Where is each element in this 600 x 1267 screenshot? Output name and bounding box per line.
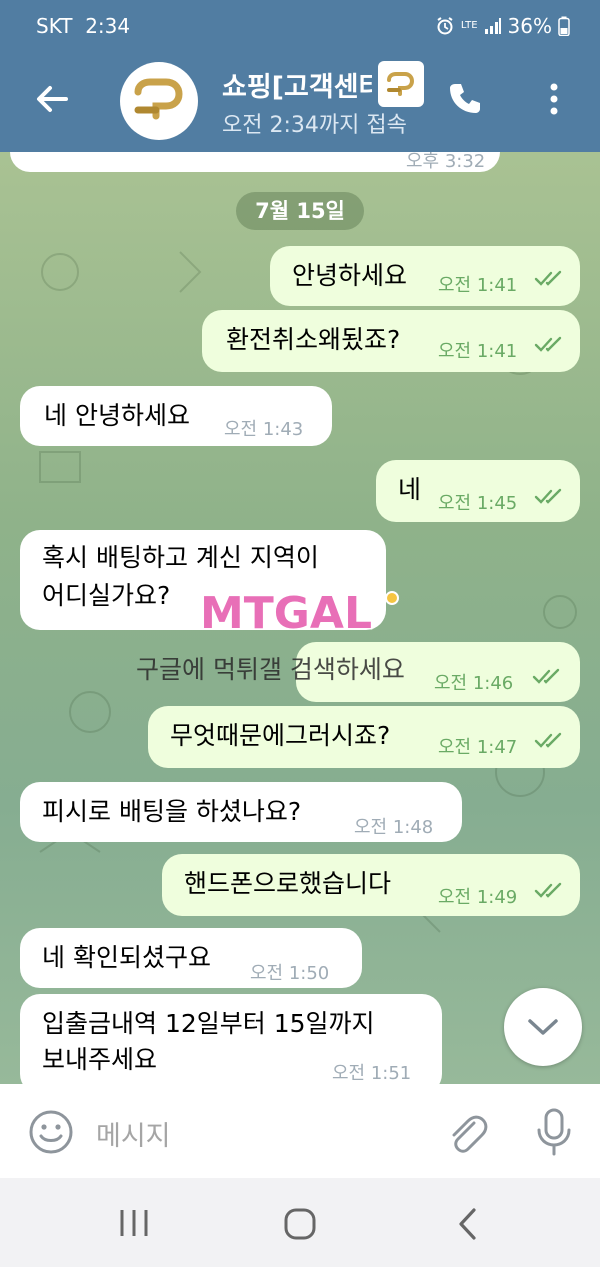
message-text: 무엇때문에그러시죠?	[170, 721, 391, 750]
message-time: 오전 1:51	[332, 1063, 412, 1084]
avatar[interactable]	[120, 62, 198, 140]
carrier: SKT	[36, 14, 73, 38]
microphone-icon[interactable]	[534, 1108, 574, 1156]
message-time: 오전 1:41	[438, 275, 518, 296]
read-check-icon	[532, 668, 560, 684]
watermark-text: 구글에 먹튀갤 검색하세요	[136, 655, 405, 684]
message-time: 오전 1:43	[224, 419, 304, 440]
emoji-icon[interactable]	[28, 1109, 74, 1155]
message-time: 오전 1:41	[438, 341, 518, 362]
message-text: 환전취소왜됬죠?	[226, 325, 401, 354]
watermark-logo: MTGAL	[199, 587, 399, 640]
brand-logo-icon	[125, 67, 193, 135]
message-list[interactable]: 오후 3:32 7월 15일 안녕하세요 오전 1:41 환전취소왜됬죠? 오전…	[0, 152, 600, 1084]
message-time: 오전 1:49	[438, 887, 518, 908]
read-check-icon	[534, 270, 562, 286]
brand-badge-icon	[378, 61, 424, 107]
message-time: 오전 1:45	[438, 493, 518, 514]
message-text-line1: 입출금내역 12일부터 15일까지	[42, 1009, 375, 1038]
message-time: 오전 1:48	[354, 817, 434, 838]
message-text: 네 확인되셨구요	[42, 943, 211, 972]
message-bubble-outgoing[interactable]: 환전취소왜됬죠? 오전 1:41	[202, 310, 580, 372]
message-text-line1: 혹시 배팅하고 계신 지역이	[42, 543, 319, 572]
signal-icon	[484, 18, 501, 34]
chat-header: 쇼핑[고객센터] 오전 2:34까지 접속	[0, 55, 600, 152]
message-time: 오전 1:47	[438, 737, 518, 758]
chevron-down-icon	[528, 1019, 558, 1035]
chat-title[interactable]: 쇼핑[고객센터]	[222, 65, 372, 104]
message-bubble-incoming[interactable]: 네 확인되셨구요 오전 1:50	[20, 928, 362, 988]
message-bubble-incoming[interactable]: 입출금내역 12일부터 15일까지 보내주세요 오전 1:51	[20, 994, 442, 1084]
message-text: 네 안녕하세요	[44, 401, 190, 430]
message-text: 네	[398, 475, 422, 504]
read-check-icon	[534, 732, 562, 748]
more-options-icon[interactable]	[542, 77, 566, 121]
lte-indicator: LTE	[460, 20, 478, 31]
home-icon[interactable]	[283, 1207, 317, 1241]
alarm-icon	[437, 17, 453, 35]
scroll-down-button[interactable]	[504, 988, 582, 1066]
date-separator: 7월 15일	[236, 192, 364, 230]
message-text: 피시로 배팅을 하셨나요?	[42, 797, 302, 826]
battery-icon	[558, 16, 570, 36]
system-navigation-bar	[0, 1178, 600, 1267]
battery-percent: 36%	[507, 14, 552, 38]
paperclip-icon[interactable]	[444, 1109, 488, 1155]
message-time: 오전 1:50	[250, 963, 330, 984]
read-check-icon	[534, 882, 562, 898]
message-time: 오후 3:32	[406, 152, 486, 172]
message-bubble-incoming[interactable]: 피시로 배팅을 하셨나요? 오전 1:48	[20, 782, 462, 842]
message-text-line2: 보내주세요	[42, 1045, 158, 1074]
message-bubble-outgoing[interactable]: 안녕하세요 오전 1:41	[270, 246, 580, 306]
message-time: 오전 1:46	[434, 673, 514, 694]
message-text: 안녕하세요	[292, 261, 408, 290]
system-back-icon[interactable]	[456, 1207, 478, 1241]
read-check-icon	[534, 336, 562, 352]
last-seen-status: 오전 2:34까지 접속	[222, 113, 407, 138]
message-bubble-outgoing[interactable]: 무엇때문에그러시죠? 오전 1:47	[148, 706, 580, 768]
back-arrow-icon[interactable]	[30, 77, 74, 121]
message-text-line2: 어디실가요?	[42, 581, 171, 610]
message-composer: 메시지	[0, 1084, 600, 1178]
message-bubble-incoming[interactable]: 네 안녕하세요 오전 1:43	[20, 386, 332, 446]
message-text: 핸드폰으로했습니다	[184, 869, 392, 898]
message-input[interactable]: 메시지	[96, 1114, 171, 1153]
message-bubble-incoming[interactable]: 오후 3:32	[10, 152, 500, 172]
watermark-logo-text: MTGAL	[200, 588, 372, 639]
message-bubble-outgoing[interactable]: 네 오전 1:45	[376, 460, 580, 522]
phone-icon[interactable]	[444, 79, 484, 119]
status-bar: SKT 2:34 LTE 36%	[0, 0, 600, 55]
read-check-icon	[534, 488, 562, 504]
message-bubble-outgoing[interactable]: 핸드폰으로했습니다 오전 1:49	[162, 854, 580, 916]
recent-apps-icon[interactable]	[118, 1208, 150, 1238]
clock: 2:34	[85, 14, 131, 38]
